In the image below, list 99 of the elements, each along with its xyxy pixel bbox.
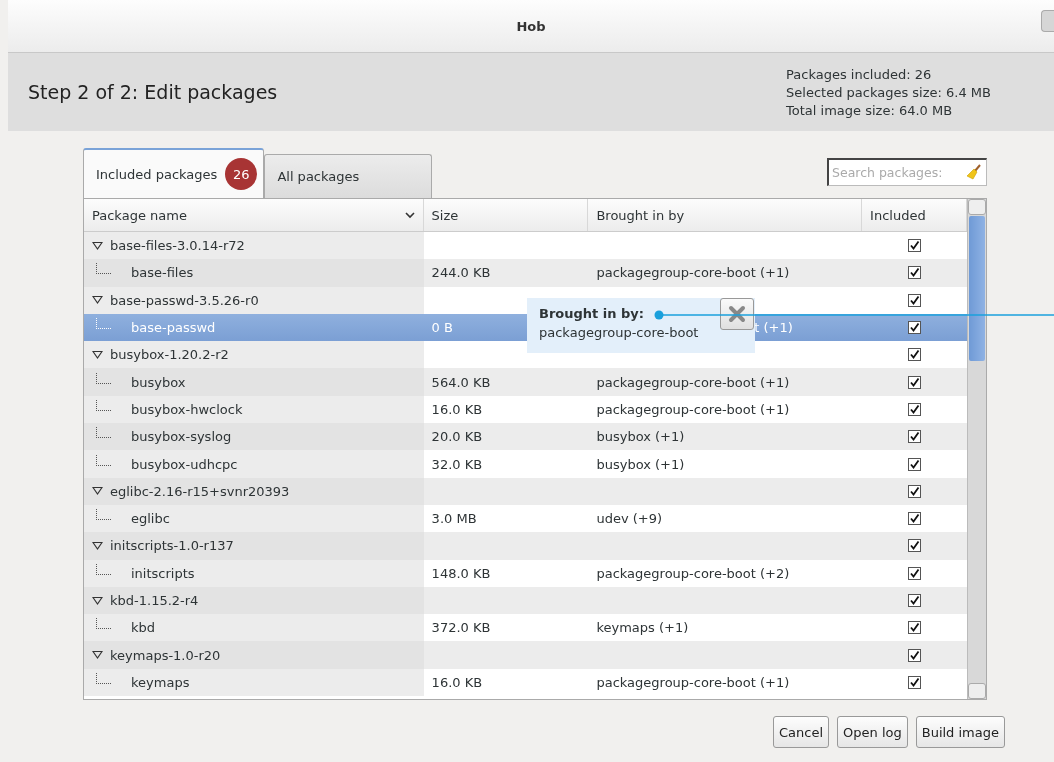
table-cell: packagegroup-core-boot (+1) xyxy=(596,374,790,390)
column-header[interactable]: Package name xyxy=(84,199,424,231)
tree-line-icon xyxy=(96,372,111,384)
table-cell: eglibc xyxy=(131,511,170,527)
table-row[interactable]: initscripts-1.0-r137 xyxy=(84,532,967,560)
window-title: Hob xyxy=(516,18,546,34)
table-cell: 244.0 KB xyxy=(431,265,491,281)
table-cell: t (+1) xyxy=(754,320,793,336)
table-row[interactable]: eglibc-2.16-r15+svnr20393 xyxy=(84,477,967,505)
table-row[interactable]: busybox 564.0 KB packagegroup-core-boot (+1) xyxy=(84,368,967,396)
dialog-button[interactable]: Open log xyxy=(837,716,908,748)
dialog-button[interactable]: Build image xyxy=(915,716,1005,748)
table-cell: udev (+9) xyxy=(596,511,663,527)
tab[interactable]: All packages xyxy=(264,154,433,198)
table-cell: busybox (+1) xyxy=(596,456,685,472)
table-cell: kbd xyxy=(131,620,156,636)
tree-line-icon xyxy=(96,563,111,575)
checkbox[interactable] xyxy=(908,621,922,635)
table-cell: eglibc-2.16-r15+svnr20393 xyxy=(110,483,290,499)
checkbox[interactable] xyxy=(908,594,922,607)
caret-icon[interactable] xyxy=(404,211,415,219)
table-cell: 20.0 KB xyxy=(431,429,483,445)
table-cell: base-files-3.0.14-r72 xyxy=(110,238,245,254)
table-cell: base-passwd xyxy=(131,320,216,336)
checkbox[interactable] xyxy=(908,348,922,362)
table-cell: kbd-1.15.2-r4 xyxy=(110,593,199,608)
table-cell: keymaps-1.0-r20 xyxy=(110,647,221,663)
table-cell: packagegroup-core-boot (+1) xyxy=(596,401,790,417)
tree-line-icon xyxy=(96,318,111,330)
table-cell: initscripts xyxy=(131,565,195,581)
checkbox[interactable] xyxy=(908,266,922,280)
checkbox[interactable] xyxy=(908,484,922,498)
table-row[interactable]: kbd-1.15.2-r4 xyxy=(84,586,967,615)
stat-text: Total image size: 64.0 MB xyxy=(786,102,954,118)
checkbox[interactable] xyxy=(908,239,922,253)
tab[interactable]: Included packages 26 xyxy=(83,148,265,198)
table-cell: 0 B xyxy=(431,320,453,336)
table-cell: busybox-hwclock xyxy=(131,401,243,417)
tree-line-icon xyxy=(96,509,111,521)
table-cell: 372.0 KB xyxy=(431,620,491,636)
checkbox[interactable] xyxy=(908,402,922,416)
stat-text: Packages included: 26 xyxy=(786,66,933,82)
checkbox[interactable] xyxy=(908,375,922,389)
table-cell: busybox-syslog xyxy=(131,429,232,445)
table-cell: base-files xyxy=(131,265,194,281)
table-cell: 16.0 KB xyxy=(431,401,483,417)
count-badge: 26 xyxy=(225,158,258,190)
table-cell: busybox-1.20.2-r2 xyxy=(110,347,229,363)
tree-line-icon xyxy=(96,263,111,275)
table-row[interactable]: base-files 244.0 KB packagegroup-core-boot (+1) xyxy=(84,259,967,287)
table-cell: 564.0 KB xyxy=(431,374,491,390)
tree-line-icon xyxy=(96,672,111,684)
tree-line-icon xyxy=(96,454,111,466)
table-cell: 32.0 KB xyxy=(431,456,483,472)
tree-line-icon xyxy=(96,427,111,439)
table-cell: 3.0 MB xyxy=(431,511,477,527)
table-cell: initscripts-1.0-r137 xyxy=(110,538,234,554)
close-button[interactable] xyxy=(720,298,754,330)
step-title: Step 2 of 2: Edit packages xyxy=(28,81,278,103)
table-cell: packagegroup-core-boot (+1) xyxy=(596,674,790,690)
table-cell: base-passwd-3.5.26-r0 xyxy=(110,292,259,308)
table-row[interactable]: keymaps-1.0-r20 xyxy=(84,641,967,669)
expander-icon[interactable] xyxy=(92,349,103,360)
scrollbar[interactable] xyxy=(967,199,986,699)
stat-text: Selected packages size: 6.4 MB xyxy=(786,84,991,100)
expander-icon[interactable] xyxy=(92,240,103,251)
checkbox[interactable] xyxy=(908,457,922,471)
close-icon xyxy=(727,304,747,324)
checkbox[interactable] xyxy=(908,293,922,307)
expander-icon[interactable] xyxy=(92,595,103,606)
checkbox[interactable] xyxy=(908,675,922,689)
table-cell: busybox-udhcpc xyxy=(131,456,238,472)
table-cell: 16.0 KB xyxy=(431,674,483,690)
table-cell: busybox (+1) xyxy=(596,429,685,445)
expander-icon[interactable] xyxy=(92,486,103,497)
tree-line-icon xyxy=(96,399,111,411)
expander-icon[interactable] xyxy=(92,295,103,306)
broom-icon[interactable] xyxy=(966,164,982,180)
table-cell: packagegroup-core-boot (+2) xyxy=(596,565,790,581)
tree-line-icon xyxy=(96,618,111,630)
table-cell: packagegroup-core-boot (+1) xyxy=(596,265,790,281)
dialog-button[interactable]: Cancel xyxy=(773,716,830,748)
expander-icon[interactable] xyxy=(92,540,103,551)
search-field[interactable]: Search packages: xyxy=(827,158,987,186)
checkbox[interactable] xyxy=(908,512,922,526)
checkbox[interactable] xyxy=(908,430,922,444)
column-header[interactable]: Size xyxy=(423,199,589,231)
checkbox[interactable] xyxy=(908,321,922,335)
checkbox[interactable] xyxy=(908,566,922,580)
table-cell: busybox xyxy=(131,374,186,390)
checkbox[interactable] xyxy=(908,539,922,553)
checkbox[interactable] xyxy=(908,648,922,662)
table-row[interactable]: busybox-syslog 20.0 KB busybox (+1) xyxy=(84,423,967,451)
tooltip-text: packagegroup-core-boot xyxy=(539,325,699,340)
table-cell: keymaps (+1) xyxy=(596,620,689,636)
table-cell: keymaps xyxy=(131,674,190,690)
column-header[interactable]: Brought in by xyxy=(588,199,863,231)
expander-icon[interactable] xyxy=(92,650,103,661)
table-cell: 148.0 KB xyxy=(431,565,491,581)
